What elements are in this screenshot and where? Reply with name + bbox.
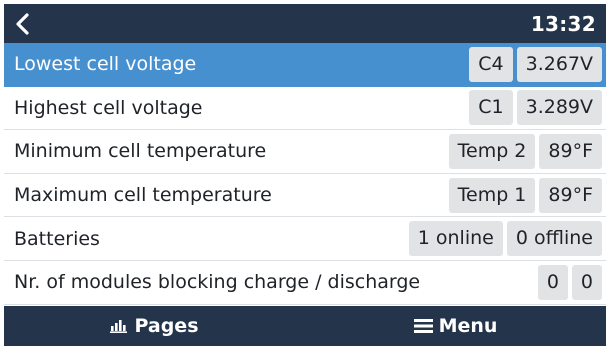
row-label: Minimum cell temperature [14, 140, 267, 163]
bar-chart-icon [110, 319, 128, 333]
back-chevron-icon[interactable] [14, 12, 34, 36]
row-label: Maximum cell temperature [14, 184, 272, 207]
online-count: 1 online [408, 221, 503, 257]
bottom-bar: Pages Menu [4, 306, 606, 346]
row-label: Lowest cell voltage [14, 53, 197, 76]
menu-label: Menu [438, 315, 498, 337]
settings-list: Lowest cell voltage C4 3.267V Highest ce… [4, 43, 606, 305]
hamburger-icon [413, 318, 433, 334]
screen: 13:32 Lowest cell voltage C4 3.267V High… [4, 4, 606, 346]
top-bar: 13:32 [4, 4, 606, 43]
row-label: Nr. of modules blocking charge / dischar… [14, 271, 421, 294]
row-minimum-cell-temperature[interactable]: Minimum cell temperature Temp 2 89°F [4, 130, 606, 174]
blocking-discharge-count: 0 [571, 264, 602, 300]
row-label: Highest cell voltage [14, 96, 203, 119]
pages-label: Pages [134, 315, 199, 337]
menu-button[interactable]: Menu [305, 315, 606, 337]
row-modules-blocking[interactable]: Nr. of modules blocking charge / dischar… [4, 260, 606, 305]
row-highest-cell-voltage[interactable]: Highest cell voltage C1 3.289V [4, 86, 606, 131]
cell-id: C1 [469, 90, 513, 126]
voltage-value: 3.289V [516, 90, 602, 126]
voltage-value: 3.267V [516, 46, 602, 82]
sensor-id: Temp 2 [448, 133, 536, 169]
cell-id: C4 [469, 46, 513, 82]
temperature-value: 89°F [539, 177, 602, 213]
pages-button[interactable]: Pages [4, 315, 305, 337]
clock: 13:32 [530, 11, 596, 36]
row-lowest-cell-voltage[interactable]: Lowest cell voltage C4 3.267V [4, 43, 606, 87]
blocking-charge-count: 0 [537, 264, 568, 300]
sensor-id: Temp 1 [448, 177, 536, 213]
row-maximum-cell-temperature[interactable]: Maximum cell temperature Temp 1 89°F [4, 173, 606, 218]
temperature-value: 89°F [539, 133, 602, 169]
row-label: Batteries [14, 227, 100, 250]
row-batteries[interactable]: Batteries 1 online 0 offline [4, 217, 606, 261]
offline-count: 0 offline [506, 221, 602, 257]
